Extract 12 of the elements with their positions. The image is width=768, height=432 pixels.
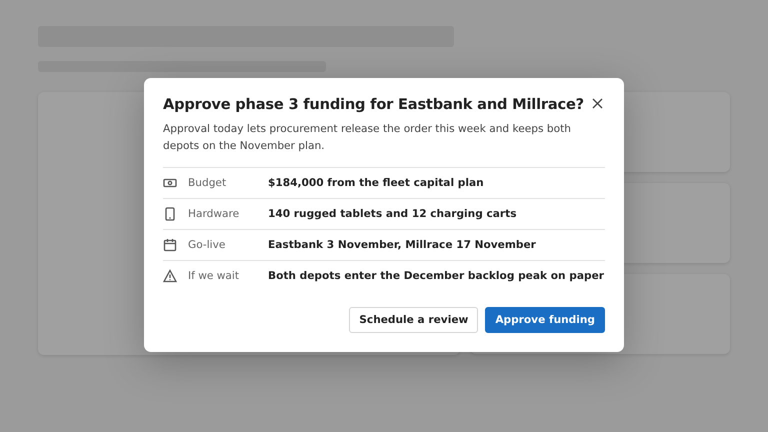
detail-label: Hardware	[188, 208, 240, 220]
dialog-title: Approve phase 3 funding for Eastbank and Millrace?	[163, 96, 584, 113]
approve-button[interactable]: Approve funding	[485, 307, 605, 333]
detail-value: 140 rugged tablets and 12 charging carts	[268, 208, 516, 220]
detail-value: $184,000 from the fleet capital plan	[268, 177, 484, 189]
detail-label: Budget	[188, 177, 228, 189]
detail-value: Eastbank 3 November, Millrace 17 November	[268, 239, 536, 251]
detail-label: Go-live	[188, 239, 226, 251]
review-button[interactable]: Schedule a review	[349, 307, 478, 333]
dialog-description: Approval today lets procurement release the order this week and keeps both depots on the November plan.	[163, 122, 572, 154]
detail-value: Both depots enter the December backlog peak on paper	[268, 270, 604, 282]
detail-label: If we wait	[188, 270, 240, 282]
